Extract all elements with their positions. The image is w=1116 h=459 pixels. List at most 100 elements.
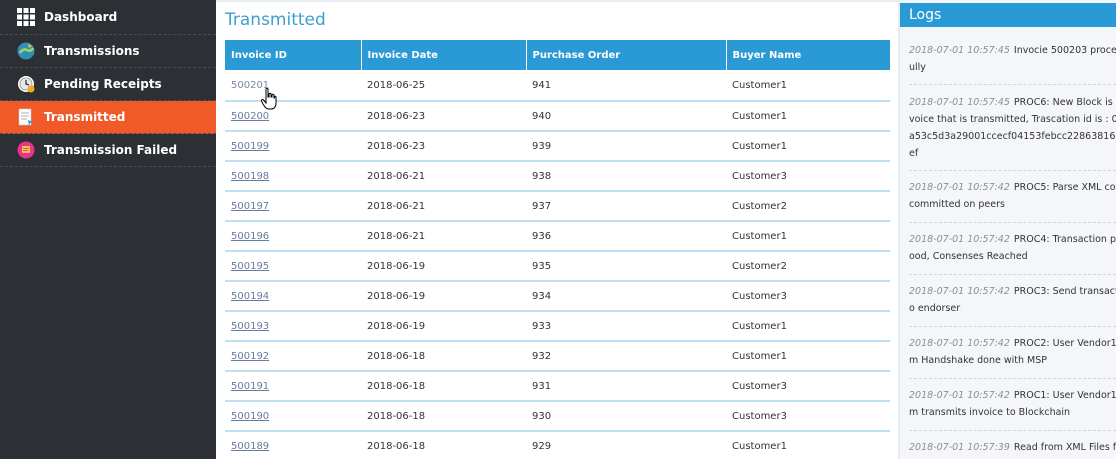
log-text: Invocie 500203 proces <box>1013 45 1116 56</box>
invoice-date-cell: 2018-06-19 <box>361 251 526 282</box>
invoice-link[interactable]: 500190 <box>231 411 269 422</box>
table-header-row: Invoice ID Invoice Date Purchase Order B… <box>225 40 890 70</box>
log-text: PROC4: Transaction pr <box>1013 234 1116 245</box>
purchase-order-cell: 934 <box>526 281 726 312</box>
purchase-order-cell: 932 <box>526 341 726 372</box>
table-body: 500201 2018-06-25 941 Customer1 500200 2018-… <box>225 70 890 459</box>
invoice-date-cell: 2018-06-21 <box>361 161 526 192</box>
invoice-link[interactable]: 500189 <box>231 441 269 452</box>
sidebar-item-dashboard[interactable]: Dashboard <box>0 0 216 35</box>
log-text: a53c5d3a29001ccecf04153febcc22863816ee <box>909 131 1116 142</box>
logs-panel: Logs 2018-07-01 10:57:45 Invocie 500203 p… <box>900 0 1116 459</box>
log-text: ully <box>909 62 926 73</box>
invoice-date-cell: 2018-06-19 <box>361 281 526 312</box>
purchase-order-cell: 941 <box>526 70 726 102</box>
buyer-name-cell: Customer3 <box>726 371 890 402</box>
table-row: 500195 2018-06-19 935 Customer2 <box>225 251 890 282</box>
buyer-name-cell: Customer1 <box>726 131 890 162</box>
table-row: 500199 2018-06-23 939 Customer1 <box>225 131 890 162</box>
log-text: Read from XML Files fo <box>1013 442 1116 453</box>
purchase-order-cell: 936 <box>526 221 726 252</box>
buyer-name-cell: Customer1 <box>726 101 890 132</box>
log-timestamp: 2018-07-01 10:57:42 <box>909 286 1010 297</box>
log-timestamp: 2018-07-01 10:57:42 <box>909 234 1010 245</box>
purchase-order-cell: 940 <box>526 101 726 132</box>
invoice-link[interactable]: 500199 <box>231 141 269 152</box>
invoice-link[interactable]: 500193 <box>231 321 269 332</box>
buyer-name-cell: Customer1 <box>726 70 890 102</box>
invoice-link[interactable]: 500192 <box>231 351 269 362</box>
buyer-name-cell: Customer3 <box>726 401 890 432</box>
top-divider <box>216 0 900 2</box>
purchase-order-cell: 939 <box>526 131 726 162</box>
invoice-link[interactable]: 500194 <box>231 291 269 302</box>
page-title: Transmitted <box>225 10 326 30</box>
column-header-buyer-name[interactable]: Buyer Name <box>726 40 890 70</box>
table-row: 500197 2018-06-21 937 Customer2 <box>225 191 890 222</box>
log-timestamp: 2018-07-01 10:57:42 <box>909 182 1010 193</box>
invoice-date-cell: 2018-06-23 <box>361 131 526 162</box>
log-timestamp: 2018-07-01 10:57:45 <box>909 45 1010 56</box>
main-content: Transmitted Invoice ID Invoice Date Purc… <box>216 0 900 459</box>
sidebar-item-transmissions[interactable]: Transmissions <box>0 35 216 68</box>
log-divider <box>909 378 1116 379</box>
log-text: ef <box>909 148 919 159</box>
purchase-order-cell: 935 <box>526 251 726 282</box>
buyer-name-cell: Customer3 <box>726 161 890 192</box>
invoice-date-cell: 2018-06-23 <box>361 101 526 132</box>
sidebar-item-pending-receipts[interactable]: Pending Receipts <box>0 68 216 101</box>
log-entry: 2018-07-01 10:57:45 Invocie 500203 proces… <box>909 42 1116 76</box>
invoice-date-cell: 2018-06-18 <box>361 401 526 432</box>
purchase-order-cell: 938 <box>526 161 726 192</box>
purchase-order-cell: 937 <box>526 191 726 222</box>
globe-icon <box>16 42 35 61</box>
log-entry: 2018-07-01 10:57:42 PROC4: Transaction pr… <box>909 231 1116 265</box>
sidebar-item-label: Transmissions <box>44 44 140 58</box>
logs-title: Logs <box>900 3 1116 27</box>
invoice-link[interactable]: 500195 <box>231 261 269 272</box>
invoice-link[interactable]: 500191 <box>231 381 269 392</box>
sidebar: Dashboard Transmissions Pending Receipts… <box>0 0 216 459</box>
sidebar-item-label: Transmission Failed <box>44 143 178 157</box>
sidebar-item-label: Pending Receipts <box>44 77 162 91</box>
log-text: o endorser <box>909 303 961 314</box>
table-row: 500189 2018-06-18 929 Customer1 <box>225 431 890 459</box>
sidebar-item-transmitted[interactable]: Transmitted <box>0 101 216 134</box>
log-text: committed on peers <box>909 199 1005 210</box>
log-divider <box>909 326 1116 327</box>
buyer-name-cell: Customer3 <box>726 281 890 312</box>
table-row: 500192 2018-06-18 932 Customer1 <box>225 341 890 372</box>
purchase-order-cell: 933 <box>526 311 726 342</box>
invoice-date-cell: 2018-06-18 <box>361 341 526 372</box>
log-entry: 2018-07-01 10:57:42 PROC5: Parse XML co c… <box>909 179 1116 213</box>
failed-icon <box>16 141 35 160</box>
invoice-date-cell: 2018-06-18 <box>361 431 526 459</box>
log-timestamp: 2018-07-01 10:57:45 <box>909 97 1010 108</box>
invoice-link[interactable]: 500196 <box>231 231 269 242</box>
app-window: Dashboard Transmissions Pending Receipts… <box>0 0 1116 459</box>
table-row: 500198 2018-06-21 938 Customer3 <box>225 161 890 192</box>
buyer-name-cell: Customer2 <box>726 191 890 222</box>
buyer-name-cell: Customer1 <box>726 341 890 372</box>
table-row: 500201 2018-06-25 941 Customer1 <box>225 70 890 102</box>
log-entry: 2018-07-01 10:57:45 PROC6: New Block is c… <box>909 94 1116 162</box>
invoice-link[interactable]: 500200 <box>231 111 269 122</box>
log-text: m transmits invoice to Blockchain <box>909 407 1071 418</box>
log-timestamp: 2018-07-01 10:57:39 <box>909 442 1010 453</box>
table-row: 500190 2018-06-18 930 Customer3 <box>225 401 890 432</box>
buyer-name-cell: Customer1 <box>726 431 890 459</box>
log-text: m Handshake done with MSP <box>909 355 1047 366</box>
invoice-link[interactable]: 500197 <box>231 201 269 212</box>
column-header-purchase-order[interactable]: Purchase Order <box>526 40 727 70</box>
sidebar-item-transmission-failed[interactable]: Transmission Failed <box>0 134 216 167</box>
log-text: PROC6: New Block is c <box>1013 97 1116 108</box>
purchase-order-cell: 931 <box>526 371 726 402</box>
clock-icon <box>16 75 35 94</box>
invoice-link[interactable]: 500198 <box>231 171 269 182</box>
document-icon <box>16 108 35 127</box>
invoice-date-cell: 2018-06-19 <box>361 311 526 342</box>
table-row: 500200 2018-06-23 940 Customer1 <box>225 101 890 132</box>
sidebar-item-label: Dashboard <box>44 10 118 24</box>
column-header-invoice-id[interactable]: Invoice ID <box>225 40 362 70</box>
column-header-invoice-date[interactable]: Invoice Date <box>361 40 527 70</box>
